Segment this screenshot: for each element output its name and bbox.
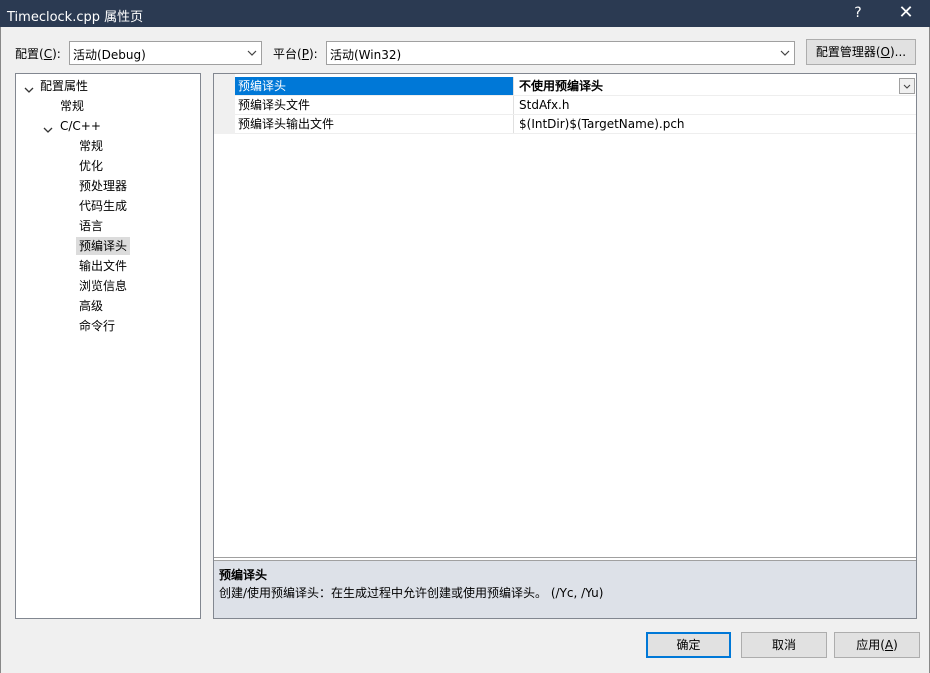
close-button[interactable]: ✕	[886, 0, 926, 27]
description-text: 创建/使用预编译头：在生成过程中允许创建或使用预编译头。 (/Yc, /Yu)	[219, 586, 604, 600]
grid-row-precompiled-header-file[interactable]: 预编译头文件 StdAfx.h	[235, 96, 916, 115]
tree-item-precompiled-headers[interactable]: 预编译头	[76, 237, 131, 255]
help-button[interactable]: ?	[838, 0, 878, 27]
property-name[interactable]: 预编译头文件	[235, 96, 514, 114]
manager-label-suffix: )...	[890, 45, 907, 59]
manager-label-text: 配置管理器(	[815, 45, 881, 59]
grid-row-precompiled-header-output[interactable]: 预编译头输出文件 $(IntDir)$(TargetName).pch	[235, 115, 916, 134]
apply-button[interactable]: 应用(A)	[834, 632, 920, 658]
config-label-text: 配置(	[15, 47, 44, 61]
grid-gutter	[214, 74, 235, 134]
window-title: Timeclock.cpp 属性页	[7, 10, 144, 25]
tree-item-preprocessor[interactable]: 预处理器	[79, 177, 127, 195]
chevron-down-icon[interactable]	[899, 78, 915, 94]
tree-item-cpp-general[interactable]: 常规	[79, 137, 103, 155]
apply-accel-key: A	[884, 638, 894, 652]
tree-item-cpp[interactable]: C/C++	[60, 117, 101, 135]
apply-label-suffix: )	[893, 638, 898, 652]
config-combo[interactable]: 活动(Debug)	[69, 41, 262, 65]
chevron-down-icon[interactable]	[24, 82, 36, 94]
property-grid: 预编译头 不使用预编译头 预编译头文件 StdAfx.h 预编译头输出文件 $(…	[214, 74, 916, 558]
property-pages-dialog: 配置(C): 活动(Debug) 平台(P): 活动(Win32) 配置管理器(…	[0, 27, 930, 673]
manager-accel-key: O	[880, 45, 890, 59]
tree-item-config-properties[interactable]: 配置属性	[40, 77, 88, 95]
tree-item-browse-information[interactable]: 浏览信息	[79, 277, 127, 295]
config-label: 配置(C):	[15, 45, 61, 62]
tree-item-advanced[interactable]: 高级	[79, 297, 103, 315]
chevron-down-icon[interactable]	[243, 42, 261, 64]
ok-button[interactable]: 确定	[646, 632, 731, 658]
configuration-manager-button[interactable]: 配置管理器(O)...	[806, 39, 916, 65]
property-grid-pane: 预编译头 不使用预编译头 预编译头文件 StdAfx.h 预编译头输出文件 $(…	[213, 73, 917, 619]
tree-item-language[interactable]: 语言	[79, 217, 103, 235]
platform-label-suffix: ):	[308, 47, 318, 61]
property-name[interactable]: 预编译头	[235, 77, 514, 95]
grid-row-precompiled-header[interactable]: 预编译头 不使用预编译头	[235, 77, 916, 96]
chevron-down-icon[interactable]	[43, 122, 55, 134]
config-combo-value: 活动(Debug)	[73, 48, 146, 62]
title-bar: Timeclock.cpp 属性页 ? ✕	[0, 0, 930, 27]
property-value[interactable]: StdAfx.h	[516, 96, 916, 114]
tree-item-output-files[interactable]: 输出文件	[79, 257, 127, 275]
tree-item-command-line[interactable]: 命令行	[79, 317, 115, 335]
property-name[interactable]: 预编译头输出文件	[235, 115, 514, 133]
platform-combo-value: 活动(Win32)	[330, 48, 402, 62]
property-value[interactable]: 不使用预编译头	[516, 77, 916, 95]
platform-label-text: 平台(	[273, 47, 302, 61]
cancel-button[interactable]: 取消	[741, 632, 827, 658]
tree-item-code-generation[interactable]: 代码生成	[79, 197, 127, 215]
property-value[interactable]: $(IntDir)$(TargetName).pch	[516, 115, 916, 133]
config-accel-key: C	[43, 47, 53, 61]
platform-accel-key: P	[301, 47, 309, 61]
description-title: 预编译头	[219, 568, 268, 582]
description-panel: 预编译头 创建/使用预编译头：在生成过程中允许创建或使用预编译头。 (/Yc, …	[214, 560, 916, 618]
apply-label-text: 应用(	[856, 638, 885, 652]
tree-item-general[interactable]: 常规	[60, 97, 84, 115]
tree-item-optimization[interactable]: 优化	[79, 157, 103, 175]
config-label-suffix: ):	[52, 47, 61, 61]
platform-label: 平台(P):	[273, 45, 318, 62]
property-tree: 配置属性 常规 C/C++ 常规 优化 预处理器 代码生成 语言 预编译头 输出…	[15, 73, 201, 619]
chevron-down-icon[interactable]	[776, 42, 794, 64]
platform-combo[interactable]: 活动(Win32)	[326, 41, 795, 65]
